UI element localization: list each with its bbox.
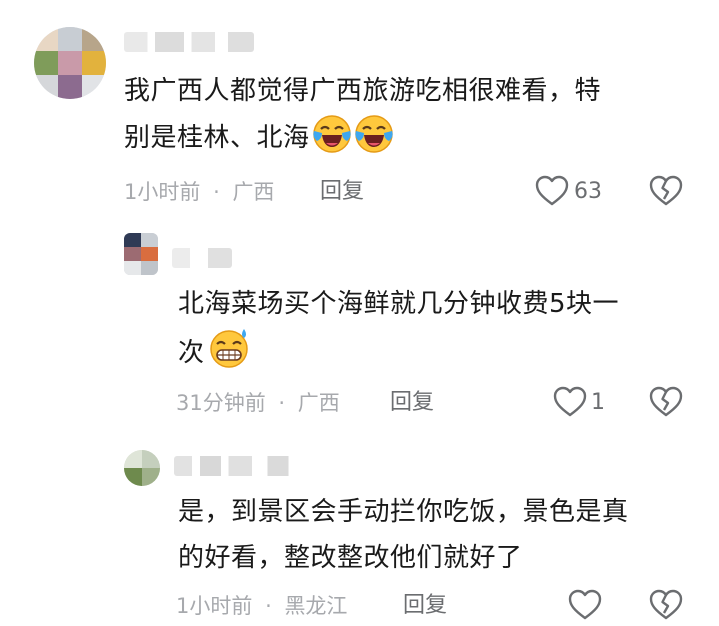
comment-location: 黑龙江 [284,594,348,618]
heart-outline-icon[interactable] [535,175,569,207]
comment-time: 1小时前 [124,180,201,204]
like-count: 63 [574,179,602,204]
username-blurred[interactable] [172,248,232,268]
comment-time: 31分钟前 [176,391,266,415]
comment-meta: 31分钟前 · 广西 [176,389,340,417]
comment-text: 我广西人都觉得广西旅游吃相很难看，特 别是桂林、北海 [124,68,684,161]
like-count: 1 [591,390,605,415]
meta-separator: · [265,594,272,618]
reply-button[interactable]: 回复 [403,592,447,620]
reply-button[interactable]: 回复 [390,389,434,417]
comment-text-line1: 是，到景区会手动拦你吃饭，景色是真 [178,497,629,527]
crying-laughing-emoji [354,115,393,153]
username-blurred[interactable] [174,456,304,476]
broken-heart-icon[interactable] [649,589,683,621]
avatar[interactable] [34,27,106,99]
comment-text-line2: 别是桂林、北海 [124,123,310,153]
meta-separator: · [278,391,286,415]
comment-text: 北海菜场买个海鲜就几分钟收费5块一 次 [178,281,698,376]
comment-text-line1: 北海菜场买个海鲜就几分钟收费5块一 [178,289,620,319]
crying-laughing-emoji [312,115,351,153]
comment-text-line1: 我广西人都觉得广西旅游吃相很难看，特 [124,76,602,106]
heart-outline-icon[interactable] [553,386,587,418]
reply-button[interactable]: 回复 [320,178,364,206]
comment-meta: 1小时前 · 广西 [124,178,274,206]
avatar[interactable] [124,450,160,486]
avatar[interactable] [124,233,158,275]
heart-outline-icon[interactable] [568,589,602,621]
username-blurred[interactable] [124,32,254,52]
comment-meta: 1小时前 · 黑龙江 [176,592,347,620]
comment-location: 广西 [297,391,340,415]
comment-text-line2: 的好看，整改整改他们就好了 [178,543,523,573]
broken-heart-icon[interactable] [649,175,683,207]
broken-heart-icon[interactable] [649,386,683,418]
sweat-grin-emoji [209,329,248,368]
meta-separator: · [213,180,220,204]
comment-text: 是，到景区会手动拦你吃饭，景色是真 的好看，整改整改他们就好了 [178,489,698,581]
comment-time: 1小时前 [176,594,253,618]
comment-location: 广西 [232,180,275,204]
comment-text-line2: 次 [178,338,205,368]
